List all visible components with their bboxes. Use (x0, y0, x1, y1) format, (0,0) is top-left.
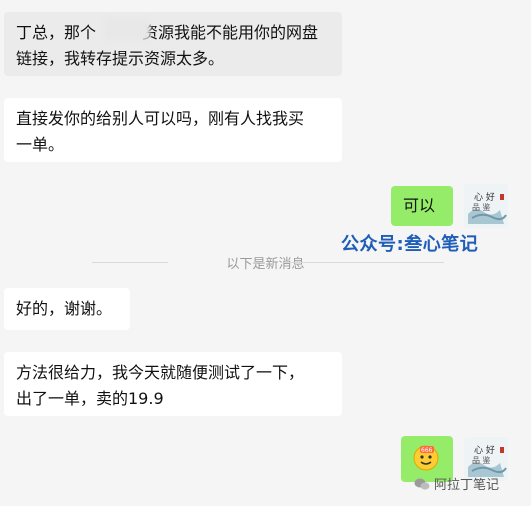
message-text: 一单。 (16, 135, 65, 154)
footer-watermark-text: 阿拉丁笔记 (434, 478, 500, 493)
divider-label: 以下是新消息 (226, 257, 305, 272)
avatar-image-icon: 心 好 品 鉴 (464, 184, 508, 228)
svg-text:品 鉴: 品 鉴 (472, 455, 491, 465)
svg-text:心 好: 心 好 (474, 191, 495, 203)
svg-text:品 鉴: 品 鉴 (472, 202, 491, 212)
message-bubble-outgoing[interactable]: 可以 (391, 186, 453, 226)
emoji-666-icon: 666 (412, 444, 440, 476)
redaction-blur (104, 18, 150, 40)
message-text: 丁总，那个 (16, 23, 97, 42)
message-bubble-incoming[interactable]: 方法很给力，我今天就随便测试了一下， 出了一单，卖的19.9 (4, 352, 342, 416)
message-text: 好的，谢谢。 (16, 299, 113, 318)
wechat-icon (414, 478, 430, 490)
message-text: 链接，我转存提示资源太多。 (16, 49, 225, 68)
new-messages-divider: 以下是新消息 (0, 250, 531, 274)
svg-text:666: 666 (421, 447, 433, 454)
message-text: 出了一单，卖的19.9 (16, 389, 164, 408)
message-text: 方法很给力，我今天就随便测试了一下， (16, 363, 305, 382)
footer-watermark: 阿拉丁笔记 (414, 474, 499, 493)
message-bubble-incoming[interactable]: 丁总，那个 资源我能不能用你的网盘 链接，我转存提示资源太多。 (4, 12, 342, 76)
message-bubble-incoming[interactable]: 直接发你的给别人可以吗，刚有人找我买 一单。 (4, 98, 342, 162)
message-text: 资源我能不能用你的网盘 (142, 23, 319, 42)
avatar[interactable]: 心 好 品 鉴 (464, 184, 508, 228)
message-bubble-incoming[interactable]: 好的，谢谢。 (4, 288, 130, 330)
svg-text:心 好: 心 好 (474, 444, 495, 456)
message-text: 直接发你的给别人可以吗，刚有人找我买 (16, 109, 305, 128)
message-text: 可以 (403, 196, 436, 215)
